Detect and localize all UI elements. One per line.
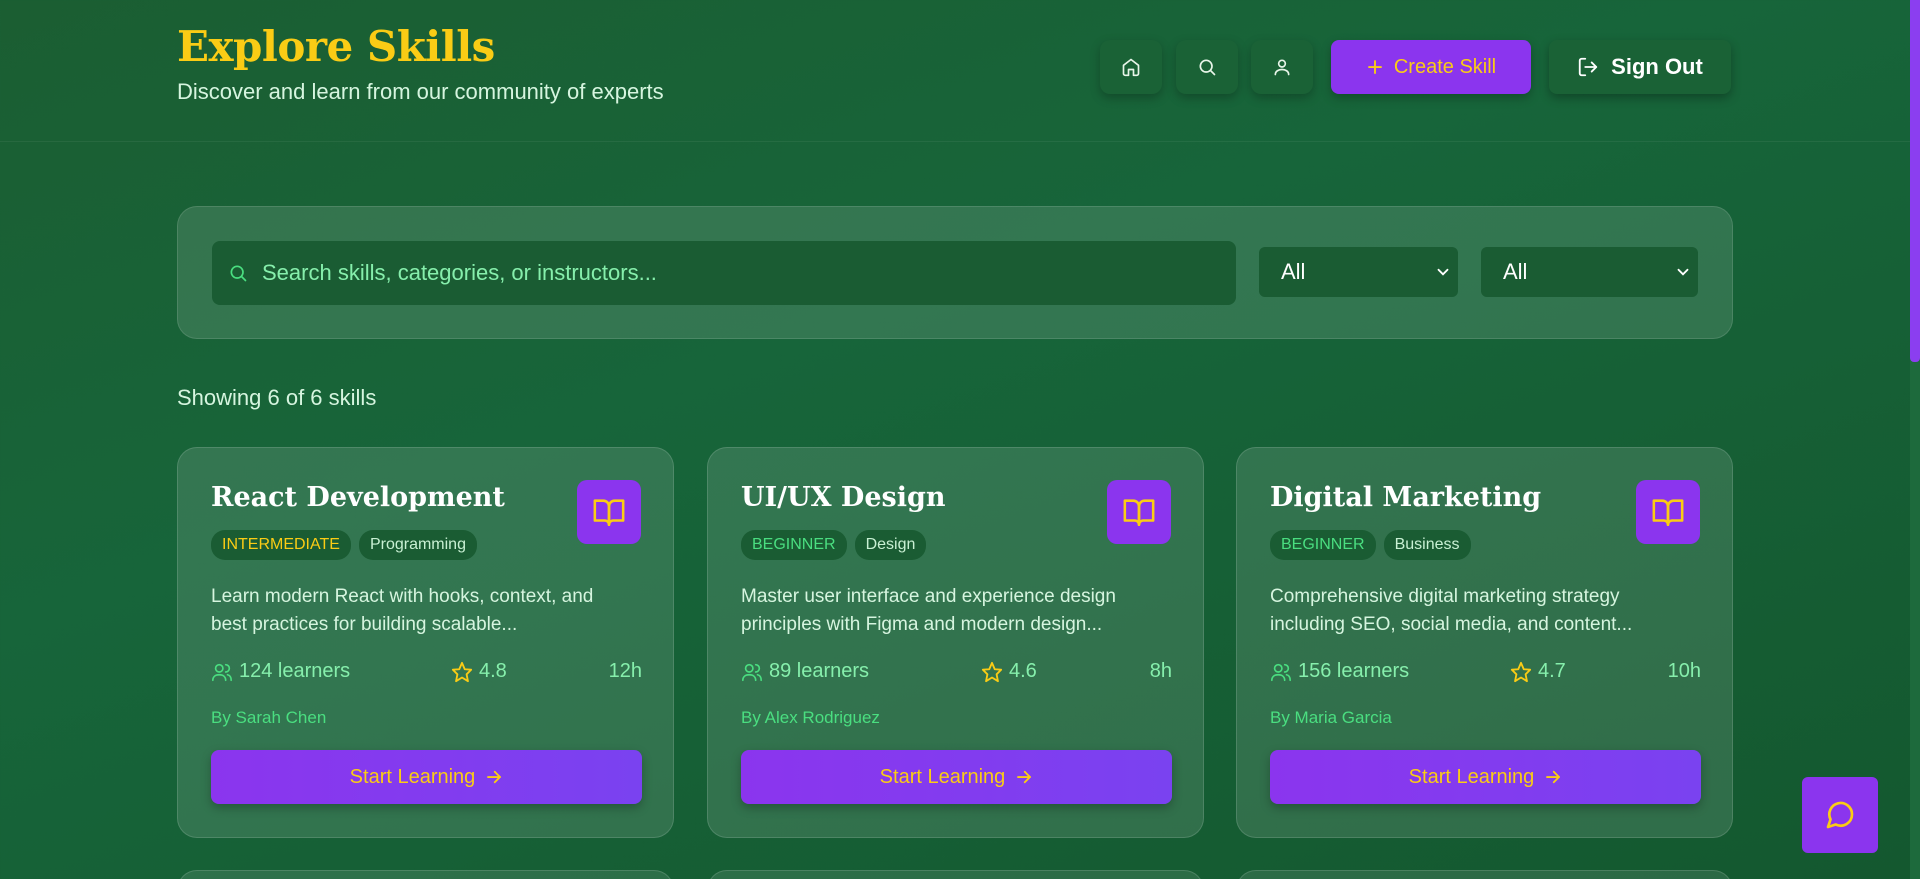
search-icon [230, 265, 247, 282]
page-header: Explore Skills Discover and learn from o… [0, 0, 1910, 142]
sign-out-button[interactable]: Sign Out [1549, 40, 1731, 94]
create-skill-label: Create Skill [1393, 55, 1497, 78]
book-open-icon [593, 499, 625, 527]
search-box[interactable] [212, 241, 1236, 305]
description-line: Master user interface and experience des… [741, 586, 1116, 607]
level-select-value: All [1281, 259, 1306, 284]
arrow-right-icon [1017, 770, 1032, 784]
skill-tags: INTERMEDIATE Programming [211, 530, 477, 560]
filter-panel: All All [177, 206, 1733, 339]
skill-stats: 89 learners 4.6 8h [741, 660, 1172, 690]
arrow-right-icon [487, 770, 502, 784]
learners-count: 124 learners [239, 660, 351, 682]
duration-value: 10h [1667, 660, 1701, 682]
start-learning-button[interactable]: Start Learning [741, 750, 1172, 804]
star-icon [451, 661, 473, 682]
start-learning-button[interactable]: Start Learning [211, 750, 642, 804]
arrow-right-icon [1546, 770, 1561, 784]
chevron-down-icon [1677, 268, 1689, 276]
skill-icon-badge [1636, 480, 1700, 544]
category-badge: Business [1383, 530, 1471, 560]
start-learning-button[interactable]: Start Learning [1270, 750, 1701, 804]
start-learning-label: Start Learning [349, 765, 476, 788]
description-line: Comprehensive digital marketing strategy [1270, 586, 1620, 607]
learners-count: 156 learners [1298, 660, 1410, 682]
description-line: including SEO, social media, and content… [1270, 614, 1633, 635]
duration-value: 12h [608, 660, 642, 682]
category-badge: Design [854, 530, 927, 560]
users-icon [1271, 663, 1291, 681]
rating-value: 4.8 [479, 660, 507, 682]
skill-title: UI/UX Design [741, 482, 946, 513]
skill-tags: BEGINNER Design [741, 530, 927, 560]
learners-stat: 89 learners [741, 660, 869, 683]
search-icon [1199, 59, 1216, 76]
search-input[interactable] [262, 260, 1162, 286]
rating-stat: 4.8 [451, 660, 507, 683]
skill-card-partial [177, 870, 674, 879]
star-icon [981, 661, 1003, 682]
learners-stat: 156 learners [1270, 660, 1409, 683]
chevron-down-icon [1437, 268, 1449, 276]
duration-value: 8h [1149, 660, 1172, 682]
log-out-icon [1579, 57, 1598, 77]
skill-card: React Development INTERMEDIATE Programmi… [177, 447, 674, 838]
users-icon [742, 663, 762, 681]
home-icon [1122, 58, 1140, 77]
skill-icon-badge [1107, 480, 1171, 544]
user-icon [1274, 59, 1290, 76]
description-line: best practices for building scalable... [211, 614, 518, 635]
description-line: principles with Figma and modern design.… [741, 614, 1103, 635]
category-select-value: All [1503, 259, 1528, 284]
book-open-icon [1652, 499, 1684, 527]
skill-card-partial [1236, 870, 1733, 879]
skill-author: By Alex Rodriguez [741, 708, 880, 727]
results-count: Showing 6 of 6 skills [177, 385, 377, 410]
skill-icon-badge [577, 480, 641, 544]
level-badge: BEGINNER [741, 530, 847, 560]
star-icon [1510, 661, 1532, 682]
level-badge: INTERMEDIATE [211, 530, 351, 560]
description-line: Learn modern React with hooks, context, … [211, 586, 594, 607]
skill-description: Master user interface and experience des… [741, 583, 1171, 639]
level-badge: BEGINNER [1270, 530, 1376, 560]
category-badge: Programming [358, 530, 477, 560]
book-open-icon [1123, 499, 1155, 527]
skill-author: By Maria Garcia [1270, 708, 1392, 727]
home-button[interactable] [1100, 40, 1162, 94]
scrollbar-thumb[interactable] [1910, 0, 1920, 362]
level-select[interactable]: All [1259, 247, 1458, 297]
skill-author: By Sarah Chen [211, 708, 327, 727]
skill-description: Comprehensive digital marketing strategy… [1270, 583, 1700, 639]
skill-description: Learn modern React with hooks, context, … [211, 583, 641, 639]
skill-stats: 124 learners 4.8 12h [211, 660, 642, 690]
category-select[interactable]: All [1481, 247, 1698, 297]
skill-tags: BEGINNER Business [1270, 530, 1471, 560]
rating-stat: 4.7 [1510, 660, 1566, 683]
users-icon [212, 663, 232, 681]
rating-value: 4.6 [1009, 660, 1037, 682]
chat-button[interactable] [1802, 777, 1878, 853]
skill-stats: 156 learners 4.7 10h [1270, 660, 1701, 690]
plus-icon [1367, 60, 1382, 74]
create-skill-button[interactable]: Create Skill [1331, 40, 1531, 94]
sign-out-label: Sign Out [1611, 54, 1703, 79]
rating-value: 4.7 [1538, 660, 1566, 682]
profile-button[interactable] [1251, 40, 1313, 94]
search-button[interactable] [1176, 40, 1238, 94]
rating-stat: 4.6 [981, 660, 1037, 683]
skill-card: UI/UX Design BEGINNER Design Master user… [707, 447, 1204, 838]
skill-card: Digital Marketing BEGINNER Business Comp… [1236, 447, 1733, 838]
learners-count: 89 learners [769, 660, 870, 682]
skill-card-partial [707, 870, 1204, 879]
page-subtitle: Discover and learn from our community of… [177, 79, 664, 104]
start-learning-label: Start Learning [879, 765, 1006, 788]
start-learning-label: Start Learning [1408, 765, 1535, 788]
skill-title: Digital Marketing [1270, 482, 1542, 513]
learners-stat: 124 learners [211, 660, 350, 683]
skill-title: React Development [211, 482, 505, 513]
message-circle-icon [1826, 801, 1854, 829]
page-title: Explore Skills [177, 22, 495, 71]
